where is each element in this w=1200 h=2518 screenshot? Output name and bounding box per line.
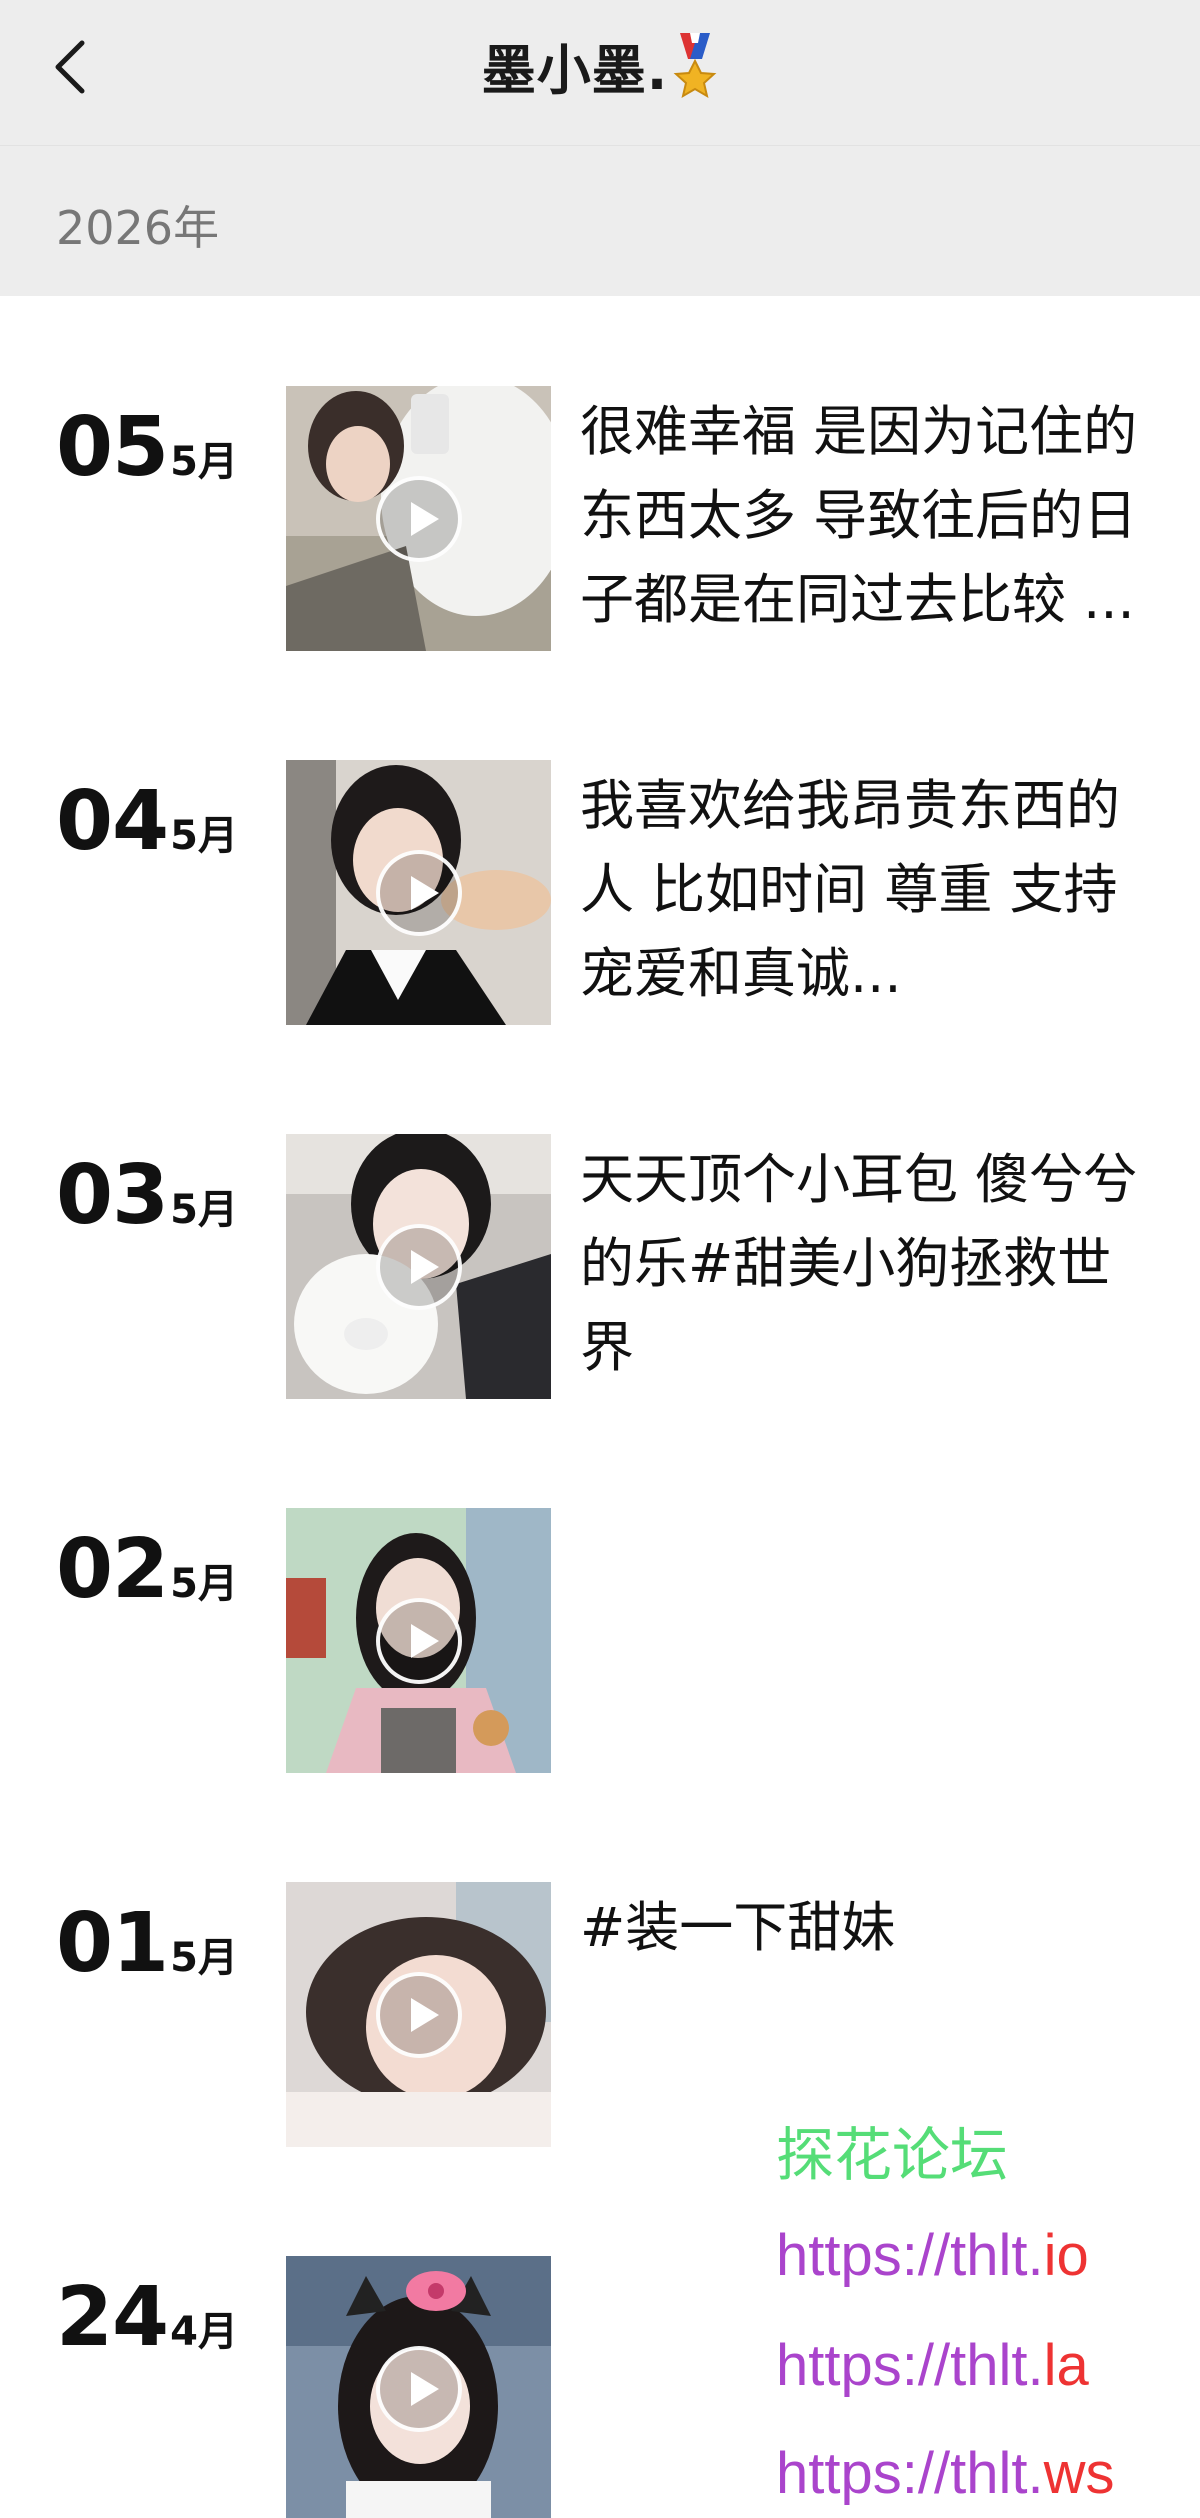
post-day: 02 xyxy=(56,1522,169,1617)
post-item[interactable]: 015月 #装一下甜妹 xyxy=(0,1882,1200,2152)
post-caption: 很难幸福 是因为记住的东西太多 导致往后的日子都是在同过去比较 ... xyxy=(580,400,1138,631)
post-date: 055月 xyxy=(56,400,238,495)
watermark-link-suffix: io xyxy=(1043,2223,1089,2288)
post-item[interactable]: 035月 天天顶个小耳包 傻兮兮的乐#甜美小狗拯救世界 xyxy=(0,1134,1200,1404)
watermark-link-suffix: la xyxy=(1043,2333,1089,2398)
watermark-link[interactable]: https://thlt.ws xyxy=(776,2440,1114,2507)
post-date: 035月 xyxy=(56,1148,238,1243)
nav-bar: 墨小墨. xyxy=(0,0,1200,146)
play-icon[interactable] xyxy=(376,850,462,936)
post-day: 01 xyxy=(56,1896,169,1991)
post-day: 24 xyxy=(56,2270,169,2365)
post-day: 04 xyxy=(56,774,169,869)
post-date: 045月 xyxy=(56,774,238,869)
post-caption: #装一下甜妹 xyxy=(580,1896,896,1959)
post-date: 244月 xyxy=(56,2270,238,2365)
video-thumbnail[interactable] xyxy=(286,1134,551,1399)
watermark-link[interactable]: https://thlt.la xyxy=(776,2332,1089,2399)
watermark-link-suffix: ws xyxy=(1043,2441,1115,2506)
post-day: 05 xyxy=(56,400,169,495)
post-month: 5月 xyxy=(170,1935,238,1981)
play-icon[interactable] xyxy=(376,1598,462,1684)
post-caption: 天天顶个小耳包 傻兮兮的乐#甜美小狗拯救世界 xyxy=(580,1148,1138,1379)
post-caption: 我喜欢给我昂贵东西的人 比如时间 尊重 支持宠爱和真诚... xyxy=(580,774,1120,1005)
watermark-link-prefix: https://thlt. xyxy=(776,2333,1044,2398)
post-month: 5月 xyxy=(170,813,238,859)
post-item[interactable]: 025月 xyxy=(0,1508,1200,1778)
page-title-text: 墨小墨. xyxy=(481,39,669,102)
play-icon[interactable] xyxy=(376,476,462,562)
watermark-link-prefix: https://thlt. xyxy=(776,2441,1044,2506)
post-month: 5月 xyxy=(170,1187,238,1233)
medal-icon xyxy=(672,32,718,116)
post-month: 4月 xyxy=(170,2309,238,2355)
year-label: 2026年 xyxy=(56,201,220,255)
post-item[interactable]: 045月 我喜欢给我昂贵东西的人 比如时间 尊重 支持宠爱和真诚... xyxy=(0,760,1200,1030)
video-thumbnail[interactable] xyxy=(286,1882,551,2147)
year-header: 2026年 xyxy=(0,146,1200,296)
post-month: 5月 xyxy=(170,439,238,485)
watermark-link[interactable]: https://thlt.io xyxy=(776,2222,1089,2289)
page-title: 墨小墨. xyxy=(0,26,1200,116)
video-thumbnail[interactable] xyxy=(286,2256,551,2518)
post-date: 015月 xyxy=(56,1896,238,1991)
post-date: 025月 xyxy=(56,1522,238,1617)
play-icon[interactable] xyxy=(376,1224,462,1310)
post-item[interactable]: 055月 很难幸福 是因为记住的东西太多 导致往后的日子都是在同过去比较 ... xyxy=(0,386,1200,656)
watermark-forum-name: 探花论坛 xyxy=(776,2123,1009,2188)
play-icon[interactable] xyxy=(376,2346,462,2432)
post-day: 03 xyxy=(56,1148,169,1243)
video-thumbnail[interactable] xyxy=(286,386,551,651)
watermark-link-prefix: https://thlt. xyxy=(776,2223,1044,2288)
post-month: 5月 xyxy=(170,1561,238,1607)
play-icon[interactable] xyxy=(376,1972,462,2058)
video-thumbnail[interactable] xyxy=(286,760,551,1025)
video-thumbnail[interactable] xyxy=(286,1508,551,1773)
